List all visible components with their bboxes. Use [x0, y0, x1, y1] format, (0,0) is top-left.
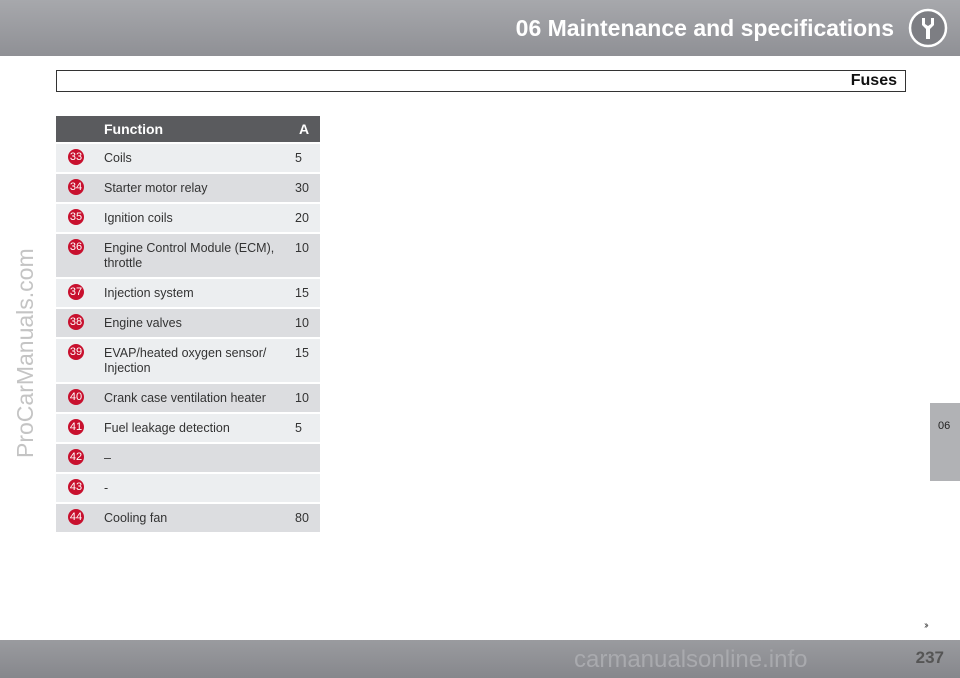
- fuse-function: EVAP/heated oxygen sensor/ Injection: [96, 337, 288, 383]
- chapter-title: 06 Maintenance and specifications: [515, 15, 894, 41]
- table-row: 34 Starter motor relay 30: [56, 172, 320, 203]
- fuse-amperage: 15: [288, 337, 320, 383]
- table-row: 36 Engine Control Module (ECM), throttle…: [56, 232, 320, 278]
- fuse-function: Coils: [96, 142, 288, 173]
- wrench-icon: [908, 8, 948, 48]
- fuse-amperage: [288, 442, 320, 473]
- column-header-function: Function: [96, 116, 288, 143]
- table-row: 39 EVAP/heated oxygen sensor/ Injection …: [56, 337, 320, 383]
- column-header-number: [56, 116, 96, 143]
- fuse-number-badge: 33: [68, 149, 84, 165]
- continue-arrows-icon: ››: [924, 620, 928, 631]
- footer-watermark: carmanualsonline.info: [574, 646, 808, 673]
- fuse-function: Fuel leakage detection: [96, 412, 288, 443]
- section-bar: Fuses: [56, 70, 906, 92]
- table-row: 41 Fuel leakage detection 5: [56, 412, 320, 443]
- table-row: 37 Injection system 15: [56, 277, 320, 308]
- fuse-number-badge: 43: [68, 479, 84, 495]
- fuse-function: Starter motor relay: [96, 172, 288, 203]
- fuse-amperage: 10: [288, 307, 320, 338]
- table-row: 33 Coils 5: [56, 142, 320, 173]
- chapter-tab[interactable]: 06: [930, 403, 960, 481]
- fuse-amperage: 30: [288, 172, 320, 203]
- fuse-amperage: 10: [288, 382, 320, 413]
- table-header-row: Function A: [56, 116, 320, 143]
- column-header-amperage: A: [288, 116, 320, 143]
- fuse-table: Function A 33 Coils 5 34 Starter motor r…: [56, 116, 320, 532]
- fuse-function: Injection system: [96, 277, 288, 308]
- table-row: 40 Crank case ventilation heater 10: [56, 382, 320, 413]
- fuse-number-badge: 35: [68, 209, 84, 225]
- fuse-number-badge: 38: [68, 314, 84, 330]
- fuse-amperage: 10: [288, 232, 320, 278]
- fuse-amperage: 5: [288, 142, 320, 173]
- fuse-amperage: 20: [288, 202, 320, 233]
- fuse-amperage: [288, 472, 320, 503]
- fuse-number-badge: 37: [68, 284, 84, 300]
- fuse-amperage: 15: [288, 277, 320, 308]
- chapter-tab-label: 06: [938, 420, 951, 432]
- section-title: Fuses: [850, 72, 897, 89]
- table-row: 35 Ignition coils 20: [56, 202, 320, 233]
- fuse-number-badge: 41: [68, 419, 84, 435]
- fuse-amperage: 5: [288, 412, 320, 443]
- fuse-function: –: [96, 442, 288, 473]
- fuse-number-badge: 39: [68, 344, 84, 360]
- page-footer: carmanualsonline.info 237: [0, 640, 960, 678]
- table-row: 38 Engine valves 10: [56, 307, 320, 338]
- fuse-number-badge: 34: [68, 179, 84, 195]
- page-number: 237: [915, 648, 944, 667]
- fuse-function: Ignition coils: [96, 202, 288, 233]
- fuse-function: Engine valves: [96, 307, 288, 338]
- fuse-number-badge: 42: [68, 449, 84, 465]
- fuse-amperage: 80: [288, 502, 320, 532]
- fuse-function: Engine Control Module (ECM), throttle: [96, 232, 288, 278]
- table-row: 44 Cooling fan 80: [56, 502, 320, 532]
- side-watermark: ProCarManuals.com: [12, 248, 38, 458]
- table-row: 42 –: [56, 442, 320, 473]
- table-row: 43 -: [56, 472, 320, 503]
- fuse-number-badge: 36: [68, 239, 84, 255]
- fuse-function: Crank case ventilation heater: [96, 382, 288, 413]
- fuse-function: Cooling fan: [96, 502, 288, 532]
- fuse-function: -: [96, 472, 288, 503]
- fuse-number-badge: 44: [68, 509, 84, 525]
- fuse-number-badge: 40: [68, 389, 84, 405]
- page-header: 06 Maintenance and specifications: [0, 0, 960, 56]
